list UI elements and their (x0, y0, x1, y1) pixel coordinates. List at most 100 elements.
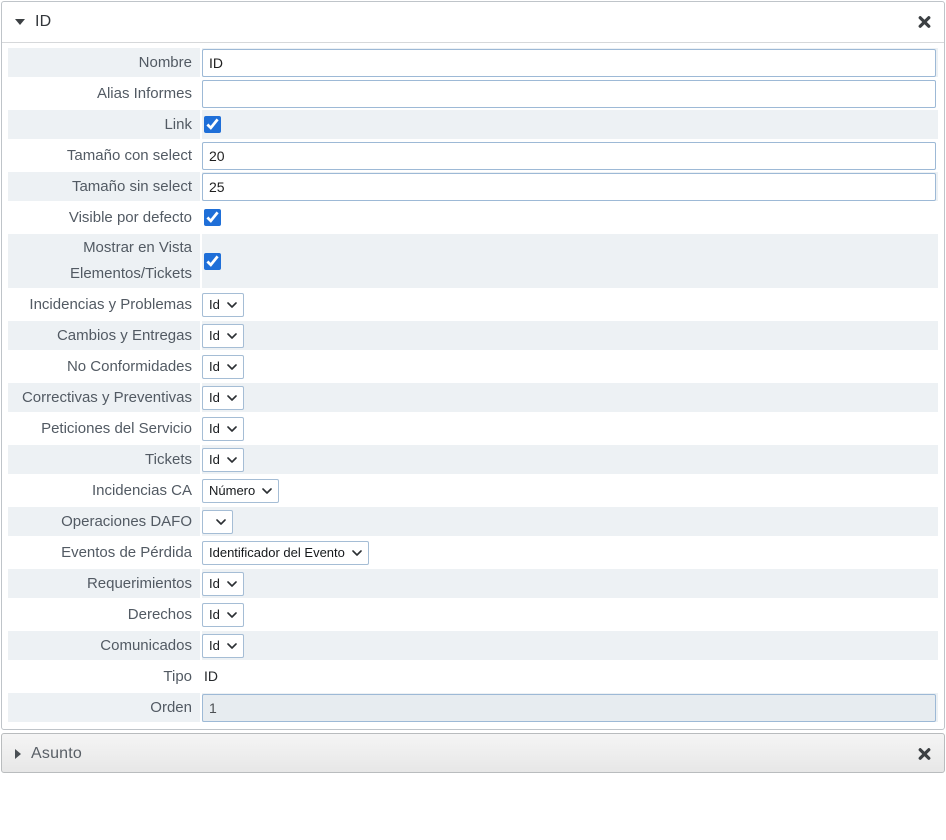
row-value-cell (202, 110, 938, 139)
visible-por-defecto-checkbox[interactable] (204, 209, 221, 226)
select-value: Id (209, 638, 220, 653)
nombre-input[interactable] (202, 49, 936, 77)
field-row-mostrar-en-vista: Mostrar en Vista Elementos/Tickets (8, 234, 938, 288)
row-label: No Conformidades (67, 358, 192, 375)
panel-title: Asunto (31, 745, 82, 763)
field-row-peticiones-servicio: Peticiones del Servicio Id (8, 414, 938, 443)
row-label: Orden (150, 699, 192, 716)
incidencias-ca-select[interactable]: Número (202, 479, 279, 503)
cambios-entregas-select[interactable]: Id (202, 324, 244, 348)
chevron-down-icon (227, 612, 237, 618)
field-row-incidencias-problemas: Incidencias y Problemas Id (8, 290, 938, 319)
field-row-incidencias-ca: Incidencias CA Número (8, 476, 938, 505)
asunto-panel-header[interactable]: Asunto (2, 734, 944, 774)
chevron-down-icon (227, 333, 237, 339)
link-checkbox[interactable] (204, 116, 221, 133)
correctivas-preventivas-select[interactable]: Id (202, 386, 244, 410)
field-row-derechos: Derechos Id (8, 600, 938, 629)
row-label: Tamaño con select (67, 147, 192, 164)
select-value: Id (209, 297, 220, 312)
field-row-eventos-perdida: Eventos de Pérdida Identificador del Eve… (8, 538, 938, 567)
row-value-cell: Id (202, 383, 938, 412)
tipo-value: ID (202, 668, 218, 684)
row-value-cell (202, 693, 938, 722)
no-conformidades-select[interactable]: Id (202, 355, 244, 379)
asunto-panel: Asunto (1, 733, 945, 773)
row-value-cell (202, 234, 938, 288)
row-value-cell: Id (202, 569, 938, 598)
field-row-orden: Orden (8, 693, 938, 722)
chevron-down-icon (227, 364, 237, 370)
operaciones-dafo-select[interactable] (202, 510, 233, 534)
row-label: Tamaño sin select (72, 178, 192, 195)
tickets-select[interactable]: Id (202, 448, 244, 472)
row-value-cell: Id (202, 290, 938, 319)
row-value-cell (202, 48, 938, 77)
select-value: Id (209, 576, 220, 591)
select-value: Número (209, 483, 255, 498)
row-label: Operaciones DAFO (61, 513, 192, 530)
requerimientos-select[interactable]: Id (202, 572, 244, 596)
chevron-down-icon (227, 426, 237, 432)
field-row-correctivas-preventivas: Correctivas y Preventivas Id (8, 383, 938, 412)
derechos-select[interactable]: Id (202, 603, 244, 627)
mostrar-en-vista-checkbox[interactable] (204, 253, 221, 270)
row-value-cell: Id (202, 321, 938, 350)
field-row-nombre: Nombre (8, 48, 938, 77)
field-table-body: Nombre Alias Informes Link Tamaño con se… (8, 48, 938, 722)
row-label: Visible por defecto (69, 209, 192, 226)
row-value-cell (202, 141, 938, 170)
field-row-no-conformidades: No Conformidades Id (8, 352, 938, 381)
alias-informes-input[interactable] (202, 80, 936, 108)
id-panel: ID Nombre Alias Informes Link Tamaño (1, 1, 945, 730)
select-value: Id (209, 359, 220, 374)
field-row-tamano-con-select: Tamaño con select (8, 141, 938, 170)
close-icon[interactable] (918, 748, 931, 761)
close-icon[interactable] (918, 16, 931, 29)
tamano-con-select-input[interactable] (202, 142, 936, 170)
chevron-down-icon (352, 550, 362, 556)
row-value-cell: Id (202, 631, 938, 660)
page: ID Nombre Alias Informes Link Tamaño (1, 1, 945, 773)
caret-right-icon[interactable] (15, 749, 21, 759)
row-value-cell: Id (202, 600, 938, 629)
row-value-cell (202, 203, 938, 232)
field-row-comunicados: Comunicados Id (8, 631, 938, 660)
chevron-down-icon (262, 488, 272, 494)
peticiones-servicio-select[interactable]: Id (202, 417, 244, 441)
row-value-cell: Número (202, 476, 938, 505)
row-label: Tickets (145, 451, 192, 468)
chevron-down-icon (227, 302, 237, 308)
row-label: Eventos de Pérdida (61, 544, 192, 561)
select-value: Id (209, 328, 220, 343)
eventos-perdida-select[interactable]: Identificador del Evento (202, 541, 369, 565)
row-label: Derechos (128, 606, 192, 623)
row-label: Incidencias y Problemas (29, 296, 192, 313)
select-value: Id (209, 421, 220, 436)
row-label: Mostrar en Vista Elementos/Tickets (70, 239, 192, 282)
row-value-cell: Id (202, 414, 938, 443)
row-value-cell: Identificador del Evento (202, 538, 938, 567)
incidencias-problemas-select[interactable]: Id (202, 293, 244, 317)
field-row-requerimientos: Requerimientos Id (8, 569, 938, 598)
chevron-down-icon (227, 457, 237, 463)
panel-title: ID (35, 13, 51, 31)
select-value: Id (209, 452, 220, 467)
chevron-down-icon (216, 519, 226, 525)
caret-down-icon[interactable] (15, 19, 25, 25)
row-label: Correctivas y Preventivas (22, 389, 192, 406)
row-value-cell: Id (202, 445, 938, 474)
comunicados-select[interactable]: Id (202, 634, 244, 658)
field-row-tamano-sin-select: Tamaño sin select (8, 172, 938, 201)
row-label: Peticiones del Servicio (41, 420, 192, 437)
field-row-tipo: Tipo ID (8, 662, 938, 691)
row-value-cell: Id (202, 352, 938, 381)
chevron-down-icon (227, 643, 237, 649)
chevron-down-icon (227, 395, 237, 401)
tamano-sin-select-input[interactable] (202, 173, 936, 201)
row-label: Alias Informes (97, 85, 192, 102)
select-value: Id (209, 607, 220, 622)
chevron-down-icon (227, 581, 237, 587)
field-row-visible-por-defecto: Visible por defecto (8, 203, 938, 232)
id-panel-header[interactable]: ID (2, 2, 944, 43)
